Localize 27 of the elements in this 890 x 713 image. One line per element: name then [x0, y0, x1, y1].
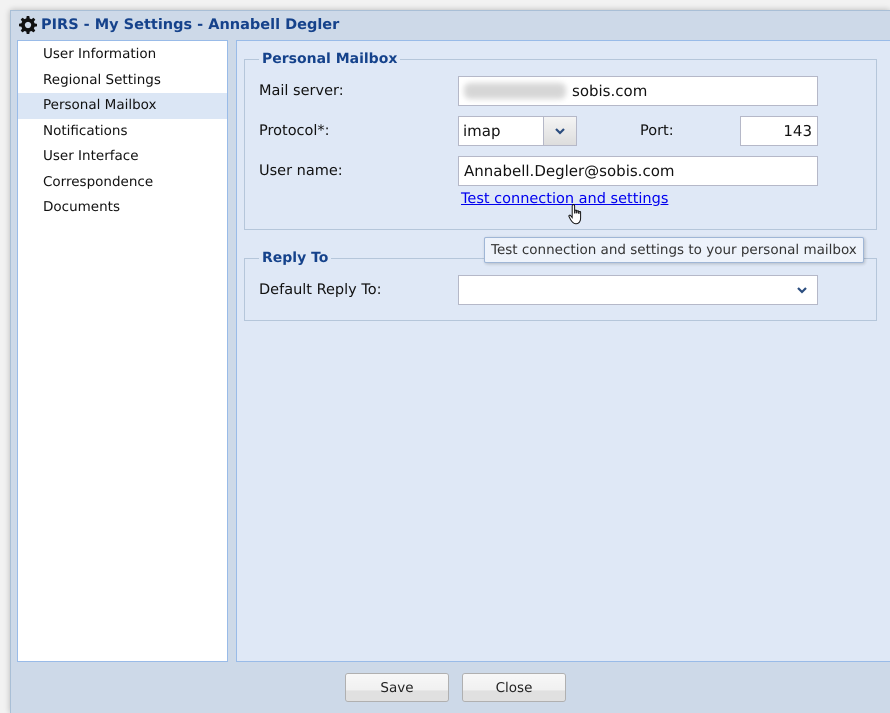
field-label: Mail server:	[259, 83, 345, 99]
text-field[interactable]: sobis.com	[458, 76, 818, 106]
field-label: User name:	[259, 163, 344, 179]
field-label: Port:	[640, 123, 675, 139]
test-connection-link[interactable]: Test connection and settings	[461, 191, 668, 207]
protocol-dropdown[interactable]: imap	[458, 116, 577, 146]
sidebar-item[interactable]: Correspondence	[18, 170, 227, 195]
section-title: Reply To	[261, 250, 330, 266]
sidebar-item[interactable]: User Information	[18, 42, 227, 68]
tooltip: Test connection and settings to your personal mailbox	[484, 237, 864, 263]
chevron-down-icon	[555, 128, 565, 134]
field-label: Default Reply To:	[259, 282, 383, 298]
sidebar-item[interactable]: Documents	[18, 195, 227, 220]
field-label: Protocol*:	[259, 123, 331, 139]
window-title: PIRS - My Settings - Annabell Degler	[41, 17, 340, 33]
sidebar-item[interactable]: User Interface	[18, 144, 227, 170]
dropdown-button[interactable]	[543, 117, 576, 145]
section-title: Personal Mailbox	[261, 51, 398, 67]
dialog-button[interactable]: Close	[462, 673, 566, 702]
port-field[interactable]: 143	[740, 116, 818, 146]
sidebar-item[interactable]: Regional Settings	[18, 68, 227, 93]
sidebar-item[interactable]: Personal Mailbox	[18, 93, 227, 118]
dialog-button[interactable]: Save	[345, 673, 449, 702]
text-field[interactable]: Annabell.Degler@sobis.com	[458, 156, 818, 186]
chevron-down-icon	[797, 286, 807, 294]
gear-icon	[19, 16, 37, 34]
sidebar-item[interactable]: Notifications	[18, 118, 227, 144]
